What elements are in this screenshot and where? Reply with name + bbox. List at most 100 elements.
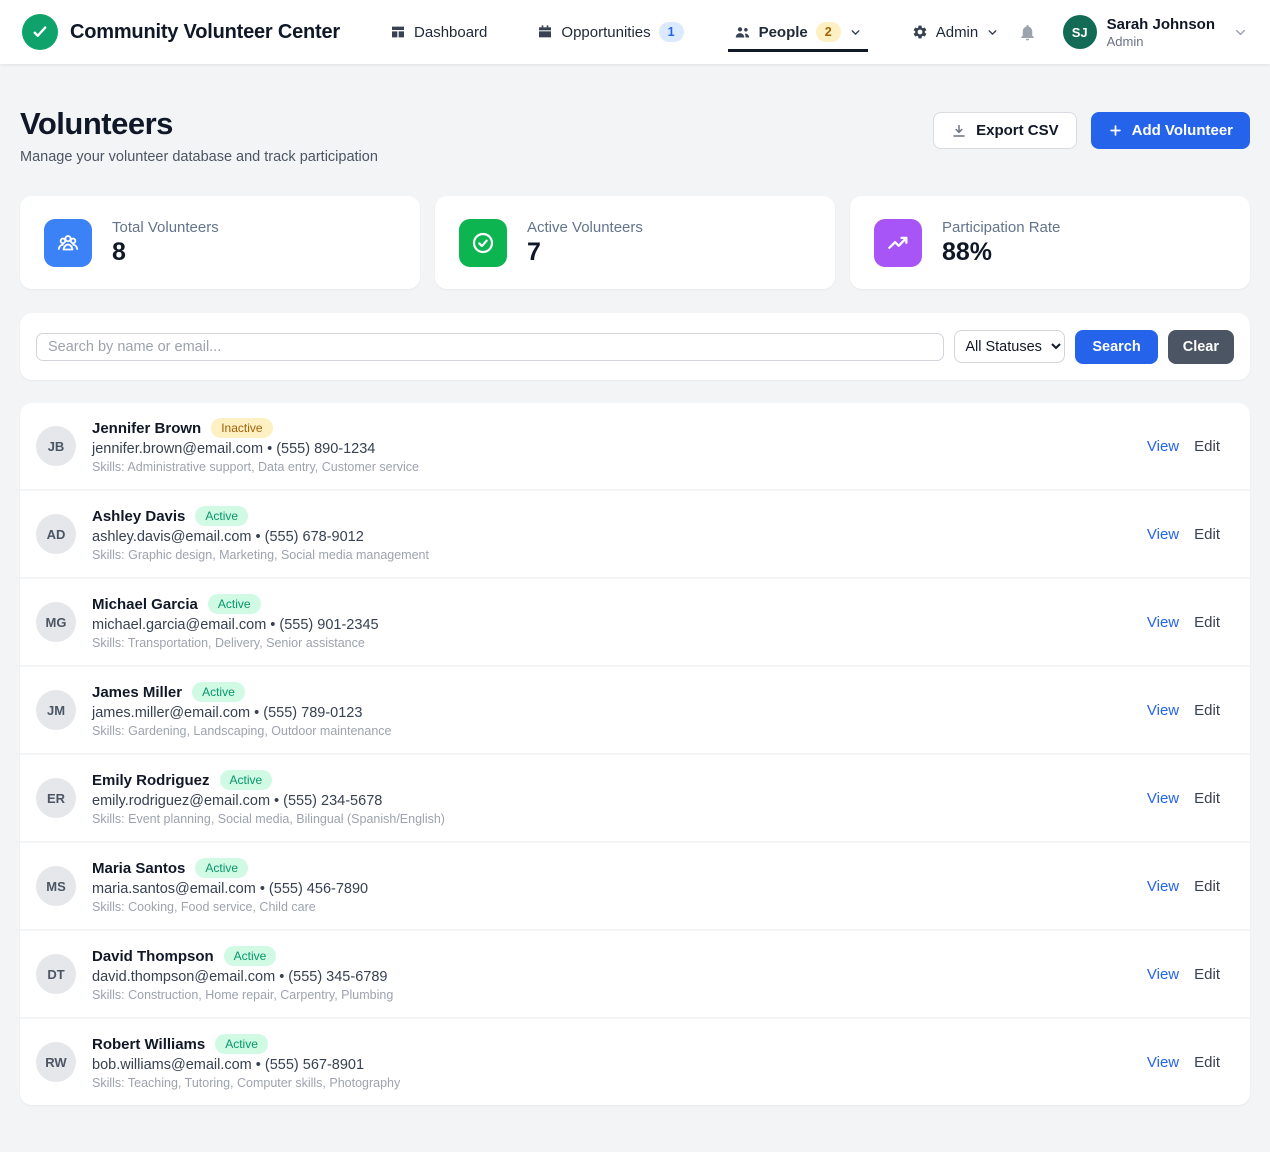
status-badge: Active xyxy=(195,506,248,526)
volunteer-skills: Skills: Transportation, Delivery, Senior… xyxy=(92,636,379,650)
volunteer-avatar: RW xyxy=(36,1042,76,1082)
volunteer-name: Jennifer Brown xyxy=(92,420,201,437)
opportunities-badge: 1 xyxy=(659,22,684,42)
people-icon xyxy=(734,24,751,41)
people-badge: 2 xyxy=(816,22,841,42)
edit-link[interactable]: Edit xyxy=(1194,614,1220,631)
volunteer-name-line: David Thompson Active xyxy=(92,946,393,966)
chevron-down-icon xyxy=(986,26,999,39)
volunteer-row: MS Maria Santos Active maria.santos@emai… xyxy=(20,843,1250,931)
stat-card-participation-rate: Participation Rate 88% xyxy=(850,196,1250,289)
volunteer-contact: james.miller@email.com • (555) 789-0123 xyxy=(92,705,392,721)
volunteer-name-line: Emily Rodriguez Active xyxy=(92,770,445,790)
status-badge: Active xyxy=(195,858,248,878)
view-link[interactable]: View xyxy=(1147,614,1179,631)
status-badge: Active xyxy=(215,1034,268,1054)
stats-row: Total Volunteers 8 Active Volunteers 7 P… xyxy=(20,196,1250,289)
view-link[interactable]: View xyxy=(1147,702,1179,719)
stat-text: Total Volunteers 8 xyxy=(112,219,219,267)
volunteer-name-line: Michael Garcia Active xyxy=(92,594,379,614)
view-link[interactable]: View xyxy=(1147,526,1179,543)
search-button[interactable]: Search xyxy=(1075,330,1157,364)
volunteer-info: Emily Rodriguez Active emily.rodriguez@e… xyxy=(92,770,445,826)
view-link[interactable]: View xyxy=(1147,790,1179,807)
volunteer-row: AD Ashley Davis Active ashley.davis@emai… xyxy=(20,491,1250,579)
navbar-right: SJ Sarah Johnson Admin xyxy=(1018,15,1248,49)
stat-label: Participation Rate xyxy=(942,219,1060,236)
nav-item-people[interactable]: People 2 xyxy=(728,12,868,52)
chevron-down-icon xyxy=(1233,25,1248,40)
edit-link[interactable]: Edit xyxy=(1194,790,1220,807)
view-link[interactable]: View xyxy=(1147,438,1179,455)
volunteer-skills: Skills: Gardening, Landscaping, Outdoor … xyxy=(92,724,392,738)
nav-item-opportunities[interactable]: Opportunities 1 xyxy=(531,12,689,52)
nav-label: People xyxy=(759,24,808,41)
volunteer-actions: View Edit xyxy=(1147,1054,1234,1071)
add-volunteer-button[interactable]: Add Volunteer xyxy=(1091,112,1250,149)
volunteer-info: Jennifer Brown Inactive jennifer.brown@e… xyxy=(92,418,419,474)
stat-value: 8 xyxy=(112,238,219,267)
stat-text: Active Volunteers 7 xyxy=(527,219,643,267)
export-csv-label: Export CSV xyxy=(976,122,1059,139)
volunteer-contact: maria.santos@email.com • (555) 456-7890 xyxy=(92,881,368,897)
volunteer-actions: View Edit xyxy=(1147,790,1234,807)
volunteer-name: David Thompson xyxy=(92,948,214,965)
volunteer-name-line: James Miller Active xyxy=(92,682,392,702)
volunteer-info: Maria Santos Active maria.santos@email.c… xyxy=(92,858,368,914)
check-circle-icon xyxy=(459,219,507,267)
volunteer-name: Ashley Davis xyxy=(92,508,185,525)
view-link[interactable]: View xyxy=(1147,966,1179,983)
status-badge: Active xyxy=(192,682,245,702)
volunteer-info: Robert Williams Active bob.williams@emai… xyxy=(92,1034,400,1090)
user-name: Sarah Johnson xyxy=(1107,16,1215,34)
gear-icon xyxy=(912,24,928,40)
volunteer-contact: david.thompson@email.com • (555) 345-678… xyxy=(92,969,393,985)
edit-link[interactable]: Edit xyxy=(1194,702,1220,719)
volunteer-skills: Skills: Teaching, Tutoring, Computer ski… xyxy=(92,1076,400,1090)
page-subtitle: Manage your volunteer database and track… xyxy=(20,149,378,165)
main-content: Volunteers Manage your volunteer databas… xyxy=(0,106,1270,1105)
view-link[interactable]: View xyxy=(1147,1054,1179,1071)
volunteer-info: Ashley Davis Active ashley.davis@email.c… xyxy=(92,506,429,562)
view-link[interactable]: View xyxy=(1147,878,1179,895)
volunteer-avatar: ER xyxy=(36,778,76,818)
volunteer-avatar: AD xyxy=(36,514,76,554)
status-filter-select[interactable]: All Statuses xyxy=(954,330,1065,363)
status-badge: Active xyxy=(224,946,277,966)
stat-card-total-volunteers: Total Volunteers 8 xyxy=(20,196,420,289)
user-role: Admin xyxy=(1107,34,1215,49)
stat-value: 7 xyxy=(527,238,643,267)
add-volunteer-label: Add Volunteer xyxy=(1132,122,1233,139)
volunteer-info: David Thompson Active david.thompson@ema… xyxy=(92,946,393,1002)
edit-link[interactable]: Edit xyxy=(1194,966,1220,983)
navbar: Community Volunteer Center Dashboard Opp… xyxy=(0,0,1270,64)
volunteer-name-line: Ashley Davis Active xyxy=(92,506,429,526)
brand: Community Volunteer Center xyxy=(22,14,340,50)
volunteer-row: JM James Miller Active james.miller@emai… xyxy=(20,667,1250,755)
volunteer-skills: Skills: Cooking, Food service, Child car… xyxy=(92,900,368,914)
brand-check-icon xyxy=(22,14,58,50)
trending-up-icon xyxy=(874,219,922,267)
nav-label: Dashboard xyxy=(414,24,487,41)
stat-value: 88% xyxy=(942,238,1060,267)
volunteer-name-line: Jennifer Brown Inactive xyxy=(92,418,419,438)
download-icon xyxy=(951,123,967,139)
volunteer-row: JB Jennifer Brown Inactive jennifer.brow… xyxy=(20,403,1250,491)
status-badge: Active xyxy=(208,594,261,614)
user-menu[interactable]: SJ Sarah Johnson Admin xyxy=(1063,15,1248,49)
nav-item-dashboard[interactable]: Dashboard xyxy=(384,14,493,51)
edit-link[interactable]: Edit xyxy=(1194,1054,1220,1071)
edit-link[interactable]: Edit xyxy=(1194,526,1220,543)
volunteer-avatar: JB xyxy=(36,426,76,466)
chevron-down-icon xyxy=(849,26,862,39)
edit-link[interactable]: Edit xyxy=(1194,878,1220,895)
nav-item-admin[interactable]: Admin xyxy=(906,14,1006,51)
volunteer-row: RW Robert Williams Active bob.williams@e… xyxy=(20,1019,1250,1105)
search-input[interactable] xyxy=(36,333,944,361)
export-csv-button[interactable]: Export CSV xyxy=(933,112,1077,149)
volunteer-name: Michael Garcia xyxy=(92,596,198,613)
edit-link[interactable]: Edit xyxy=(1194,438,1220,455)
clear-button[interactable]: Clear xyxy=(1168,330,1234,364)
notifications-bell-icon[interactable] xyxy=(1018,23,1037,42)
dashboard-icon xyxy=(390,24,406,40)
